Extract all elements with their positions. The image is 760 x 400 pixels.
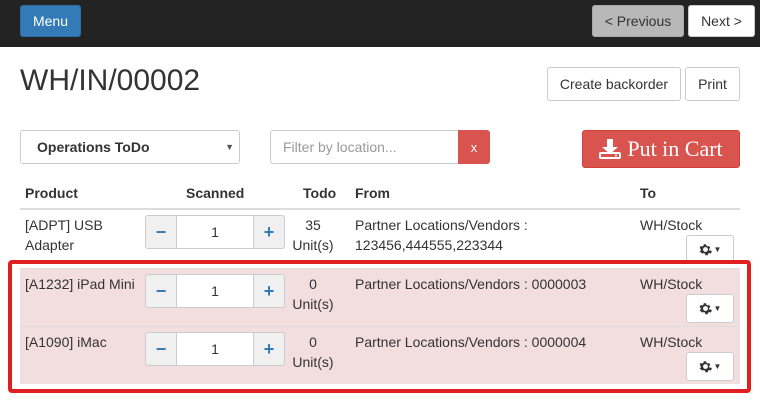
to-location: WH/Stock [640, 217, 703, 233]
create-backorder-button[interactable]: Create backorder [547, 67, 681, 101]
table-row: [ADPT] USB Adapter − 1 + 35 Unit(s) Part… [20, 210, 740, 268]
gear-icon [699, 303, 712, 315]
row-actions-button[interactable]: ▼ [686, 235, 734, 264]
todo-quantity: 0 Unit(s) [292, 276, 334, 312]
row-actions-button[interactable]: ▼ [686, 352, 734, 381]
to-location: WH/Stock [640, 334, 703, 350]
column-header-product: Product [25, 185, 78, 201]
download-icon [599, 139, 622, 159]
dropdown-caret-icon: ▼ [713, 362, 722, 371]
dropdown-caret-icon: ▼ [713, 304, 722, 313]
put-in-cart-button[interactable]: Put in Cart [582, 130, 740, 168]
table-row: [A1090] iMac − 1 + 0 Unit(s) Partner Loc… [20, 326, 740, 384]
from-location: Partner Locations/Vendors : 0000004 [355, 334, 587, 350]
todo-quantity: 35 Unit(s) [292, 217, 334, 253]
print-button[interactable]: Print [685, 67, 740, 101]
operations-select[interactable]: Operations ToDo ▼ [20, 130, 240, 164]
scanned-quantity-input[interactable]: 1 [177, 215, 253, 249]
increment-button[interactable]: + [253, 215, 285, 249]
put-in-cart-label: Put in Cart [627, 136, 723, 161]
operations-select-value: Operations ToDo [37, 139, 150, 155]
increment-button[interactable]: + [253, 332, 285, 366]
decrement-button[interactable]: − [145, 215, 177, 249]
scanned-quantity-input[interactable]: 1 [177, 332, 253, 366]
todo-quantity: 0 Unit(s) [292, 334, 334, 370]
table-row: [A1232] iPad Mini − 1 + 0 Unit(s) Partne… [20, 268, 740, 326]
gear-icon [699, 361, 712, 373]
scanned-stepper: − 1 + [145, 332, 285, 366]
product-name: [A1090] iMac [25, 334, 107, 350]
decrement-button[interactable]: − [145, 332, 177, 366]
scanned-stepper: − 1 + [145, 274, 285, 308]
column-header-to: To [640, 185, 657, 201]
gear-icon [699, 244, 712, 256]
decrement-button[interactable]: − [145, 274, 177, 308]
scanned-stepper: − 1 + [145, 215, 285, 249]
column-header-todo: Todo [303, 185, 337, 201]
from-location: Partner Locations/Vendors : 0000003 [355, 276, 587, 292]
increment-button[interactable]: + [253, 274, 285, 308]
menu-button[interactable]: Menu [20, 5, 81, 37]
dropdown-caret-icon: ▼ [225, 142, 234, 152]
page-title: WH/IN/00002 [20, 64, 201, 97]
product-name: [A1232] iPad Mini [25, 276, 135, 292]
to-location: WH/Stock [640, 276, 703, 292]
from-location: Partner Locations/Vendors : 123456,44455… [355, 217, 528, 253]
filter-clear-button[interactable]: x [458, 130, 490, 164]
filter-location-input[interactable]: Filter by location... [270, 130, 458, 164]
row-actions-button[interactable]: ▼ [686, 294, 734, 323]
scanned-quantity-input[interactable]: 1 [177, 274, 253, 308]
product-name: [ADPT] USB Adapter [25, 217, 103, 253]
column-header-scanned: Scanned [186, 185, 245, 201]
column-header-from: From [355, 185, 390, 201]
previous-button[interactable]: < Previous [592, 5, 684, 37]
next-button[interactable]: Next > [688, 5, 755, 37]
top-bar: Menu < Previous Next > [0, 0, 760, 47]
dropdown-caret-icon: ▼ [713, 245, 722, 254]
